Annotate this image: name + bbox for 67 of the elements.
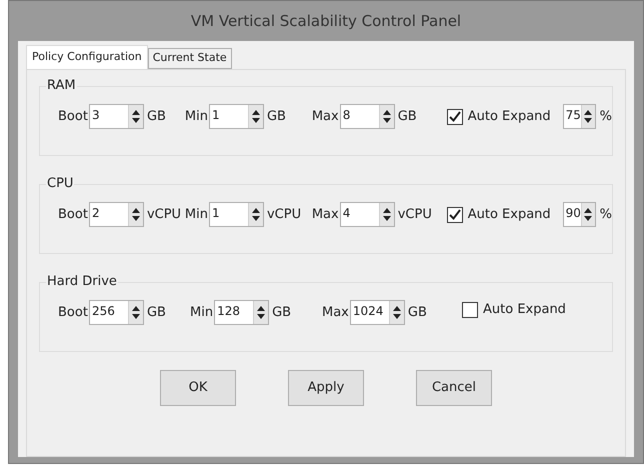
spin-box[interactable]: 1 — [208, 202, 264, 227]
unit-label: GB — [146, 108, 166, 126]
field-label: Max — [312, 108, 339, 126]
spin-value: 8 — [342, 107, 352, 124]
spin-value: 1024 — [352, 303, 384, 320]
unit-label: % — [600, 206, 612, 224]
checkbox-label: Auto Expand — [483, 301, 566, 319]
unit-label: GB — [266, 108, 286, 126]
spin-value: 1 — [210, 107, 221, 124]
field-label: Boot — [58, 206, 88, 224]
spin-arrows-icon[interactable] — [253, 301, 268, 324]
spin-value: 1 — [210, 205, 221, 222]
checkbox[interactable] — [446, 206, 463, 222]
spin-box[interactable]: 1 — [208, 104, 264, 129]
field-label: Max — [312, 206, 339, 224]
spin-box[interactable]: 90 — [562, 202, 596, 227]
spin-box[interactable]: 1024 — [350, 300, 405, 325]
checkbox-label: Auto Expand — [468, 108, 551, 126]
check-icon — [448, 111, 461, 122]
unit-label: vCPU — [146, 206, 182, 224]
spin-value: 3 — [90, 107, 101, 124]
unit-label: GB — [146, 304, 166, 322]
field-label: Boot — [58, 108, 88, 126]
unit-label: GB — [398, 108, 417, 126]
spin-box[interactable]: 3 — [88, 104, 144, 129]
spin-arrows-icon[interactable] — [378, 203, 394, 226]
spin-value: 90 — [564, 205, 581, 222]
spin-arrows-icon[interactable] — [388, 301, 404, 324]
checkbox-label: Auto Expand — [468, 206, 551, 224]
field-label: Boot — [58, 304, 88, 322]
check-icon — [448, 209, 461, 220]
dialog-button[interactable]: Cancel — [416, 370, 492, 406]
spin-arrows-icon[interactable] — [580, 203, 595, 226]
unit-label: GB — [272, 304, 292, 322]
tab[interactable]: Current State — [148, 48, 232, 69]
spin-value: 256 — [90, 303, 116, 320]
spin-arrows-icon[interactable] — [248, 105, 263, 128]
spin-arrows-icon[interactable] — [128, 105, 143, 128]
spin-value: 75 — [564, 107, 581, 124]
field-label: Min — [190, 304, 214, 322]
spin-arrows-icon[interactable] — [128, 203, 143, 226]
field-label: Min — [184, 206, 208, 224]
unit-label: GB — [408, 304, 427, 322]
spin-box[interactable]: 8 — [340, 104, 395, 129]
spin-arrows-icon[interactable] — [128, 301, 143, 324]
unit-label: % — [600, 108, 612, 126]
field-label: Max — [322, 304, 349, 322]
spin-box[interactable]: 128 — [214, 300, 270, 325]
spin-value: 2 — [90, 205, 101, 222]
unit-label: vCPU — [398, 206, 432, 224]
spin-value: 128 — [216, 303, 241, 320]
dialog-button[interactable]: OK — [160, 370, 236, 406]
dialog-button[interactable]: Apply — [288, 370, 364, 406]
spin-box[interactable]: 75 — [562, 104, 596, 129]
tab[interactable]: Policy Configuration — [26, 45, 148, 69]
spin-arrows-icon[interactable] — [378, 105, 394, 128]
spin-box[interactable]: 2 — [88, 202, 144, 227]
unit-label: vCPU — [266, 206, 302, 224]
field-label: Min — [184, 108, 208, 126]
checkbox[interactable] — [446, 108, 463, 124]
spin-value: 4 — [342, 205, 352, 222]
spin-arrows-icon[interactable] — [580, 105, 595, 128]
spin-box[interactable]: 4 — [340, 202, 395, 227]
spin-arrows-icon[interactable] — [248, 203, 263, 226]
spin-box[interactable]: 256 — [88, 300, 144, 325]
window-title: VM Vertical Scalability Control Panel — [190, 11, 462, 32]
checkbox[interactable] — [462, 302, 478, 318]
